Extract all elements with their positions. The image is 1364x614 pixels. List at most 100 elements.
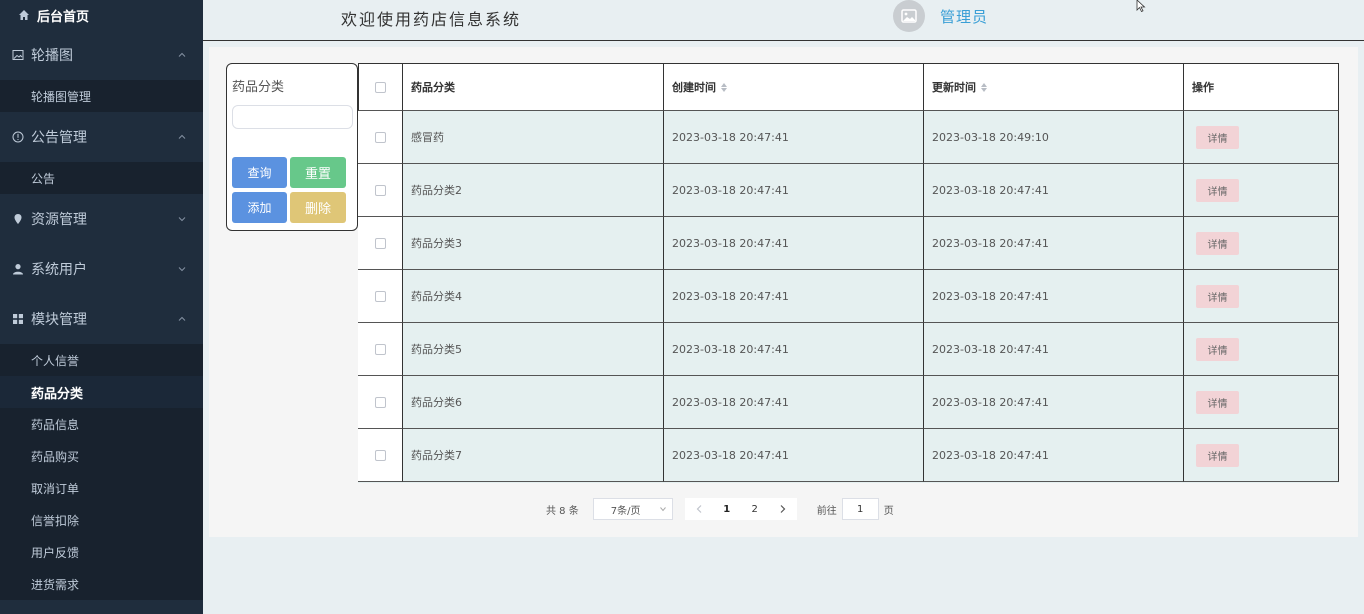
row-select-cell — [358, 111, 402, 164]
sidebar-item[interactable]: 进货需求 — [0, 568, 203, 600]
sidebar-group-label: 轮播图 — [31, 48, 73, 64]
table-row: 药品分类7 2023-03-18 20:47:41 2023-03-18 20:47… — [358, 429, 1339, 482]
detail-button[interactable]: 详情 — [1196, 125, 1239, 149]
select-all-checkbox[interactable] — [375, 81, 386, 93]
row-select-cell — [358, 323, 402, 376]
sidebar-item[interactable]: 个人信誉 — [0, 344, 203, 376]
row-checkbox[interactable] — [374, 396, 386, 408]
page-suffix: 页 — [883, 505, 894, 517]
filter-label: 药品分类 — [232, 80, 285, 95]
detail-button[interactable]: 详情 — [1196, 337, 1239, 361]
category-name-cell: 药品分类4 — [402, 270, 663, 323]
column-header-actions: 操作 — [1183, 63, 1339, 111]
goto-page-input[interactable]: 1 — [841, 498, 879, 520]
category-name-cell: 药品分类7 — [402, 429, 663, 482]
chevron-down-icon — [659, 507, 666, 512]
row-select-cell — [358, 217, 402, 270]
sidebar-group[interactable]: 系统用户 — [0, 244, 203, 294]
query-button[interactable]: 查询 — [232, 157, 287, 188]
prev-page-button[interactable] — [684, 498, 713, 520]
sidebar-submenu: 轮播图管理 — [0, 80, 203, 112]
page-title: 欢迎使用药店信息系统 — [341, 10, 522, 29]
table-row: 感冒药 2023-03-18 20:47:41 2023-03-18 20:49:1… — [358, 111, 1339, 164]
row-checkbox[interactable] — [374, 449, 386, 461]
user-icon — [12, 263, 24, 275]
content-panel: 药品分类 查询 重置 添加 删除 药品分类 创建时间 更新时间 操作 感冒药 20… — [209, 47, 1358, 537]
sidebar-group[interactable]: 模块管理 — [0, 294, 203, 344]
actions-cell: 详情 — [1183, 111, 1339, 164]
sidebar-submenu: 公告 — [0, 162, 203, 194]
column-header-updated[interactable]: 更新时间 — [923, 63, 1183, 111]
sidebar-item[interactable]: 用户反馈 — [0, 536, 203, 568]
sidebar-group[interactable]: 公告管理 — [0, 112, 203, 162]
category-search-input[interactable] — [232, 105, 353, 129]
row-checkbox[interactable] — [374, 290, 386, 302]
sidebar-item[interactable]: 轮播图管理 — [0, 80, 203, 112]
actions-cell: 详情 — [1183, 323, 1339, 376]
sort-icon[interactable] — [721, 82, 727, 92]
data-table: 药品分类 创建时间 更新时间 操作 感冒药 2023-03-18 20:47:41… — [358, 63, 1339, 483]
updated-time-cell: 2023-03-18 20:47:41 — [923, 376, 1183, 429]
table-row: 药品分类5 2023-03-18 20:47:41 2023-03-18 20:47… — [358, 323, 1339, 376]
sidebar-item[interactable]: 信誉扣除 — [0, 504, 203, 536]
sidebar-item[interactable]: 取消订单 — [0, 472, 203, 504]
detail-button[interactable]: 详情 — [1196, 284, 1239, 308]
add-button[interactable]: 添加 — [232, 192, 287, 223]
sidebar: 后台首页 轮播图 轮播图管理 公告管理 公告 资源管理 系统用户 模块管理 个人信誉 药品分类药… — [0, 0, 203, 614]
created-time-cell: 2023-03-18 20:47:41 — [663, 164, 923, 217]
location-pin-icon — [12, 213, 24, 225]
table-row: 药品分类6 2023-03-18 20:47:41 2023-03-18 20:47… — [358, 376, 1339, 429]
updated-time-cell: 2023-03-18 20:47:41 — [923, 270, 1183, 323]
sidebar-group[interactable]: 轮播图 — [0, 30, 203, 80]
sidebar-group-label: 资源管理 — [31, 212, 87, 228]
row-checkbox[interactable] — [374, 184, 386, 196]
created-time-cell: 2023-03-18 20:47:41 — [663, 323, 923, 376]
sidebar-item[interactable]: 药品分类 — [0, 376, 203, 408]
sidebar-home-label: 后台首页 — [37, 9, 90, 25]
row-checkbox[interactable] — [374, 131, 386, 143]
detail-button[interactable]: 详情 — [1196, 443, 1239, 467]
category-name-cell: 药品分类2 — [402, 164, 663, 217]
sidebar-item[interactable]: 公告 — [0, 162, 203, 194]
avatar[interactable] — [893, 0, 925, 32]
reset-button[interactable]: 重置 — [290, 157, 346, 188]
chevron-down-icon — [178, 217, 186, 222]
row-select-cell — [358, 164, 402, 217]
total-count: 共 8 条 — [546, 505, 579, 517]
search-form: 药品分类 查询 重置 添加 删除 — [226, 63, 358, 231]
row-select-cell — [358, 429, 402, 482]
row-checkbox[interactable] — [374, 237, 386, 249]
page-1-button[interactable]: 1 — [712, 498, 741, 520]
sort-icon[interactable] — [981, 82, 987, 92]
sidebar-item[interactable]: 药品购买 — [0, 440, 203, 472]
table-row: 药品分类3 2023-03-18 20:47:41 2023-03-18 20:47… — [358, 217, 1339, 270]
table-body: 感冒药 2023-03-18 20:47:41 2023-03-18 20:49:1… — [358, 111, 1339, 482]
actions-cell: 详情 — [1183, 217, 1339, 270]
column-header-created[interactable]: 创建时间 — [663, 63, 923, 111]
header: 欢迎使用药店信息系统 管理员 — [203, 0, 1364, 41]
grid-icon — [12, 313, 24, 325]
created-time-cell: 2023-03-18 20:47:41 — [663, 111, 923, 164]
sidebar-item[interactable]: 药品信息 — [0, 408, 203, 440]
sidebar-group-label: 公告管理 — [31, 130, 87, 146]
next-page-button[interactable] — [768, 498, 797, 520]
detail-button[interactable]: 详情 — [1196, 390, 1239, 414]
sidebar-group[interactable]: 资源管理 — [0, 194, 203, 244]
select-all-cell — [358, 63, 402, 111]
chevron-left-icon — [696, 505, 702, 513]
row-checkbox[interactable] — [374, 343, 386, 355]
detail-button[interactable]: 详情 — [1196, 231, 1239, 255]
detail-button[interactable]: 详情 — [1196, 178, 1239, 202]
page-2-button[interactable]: 2 — [740, 498, 769, 520]
sidebar-home[interactable]: 后台首页 — [0, 0, 203, 30]
user-name-link[interactable]: 管理员 — [940, 6, 988, 27]
actions-cell: 详情 — [1183, 429, 1339, 482]
created-time-cell: 2023-03-18 20:47:41 — [663, 270, 923, 323]
sidebar-group-label: 模块管理 — [31, 312, 87, 328]
mouse-cursor-icon — [1136, 0, 1146, 12]
row-select-cell — [358, 376, 402, 429]
category-name-cell: 药品分类6 — [402, 376, 663, 429]
chevron-up-icon — [178, 134, 186, 139]
delete-button[interactable]: 删除 — [290, 192, 346, 223]
page-size-select[interactable]: 7条/页 — [592, 498, 673, 520]
